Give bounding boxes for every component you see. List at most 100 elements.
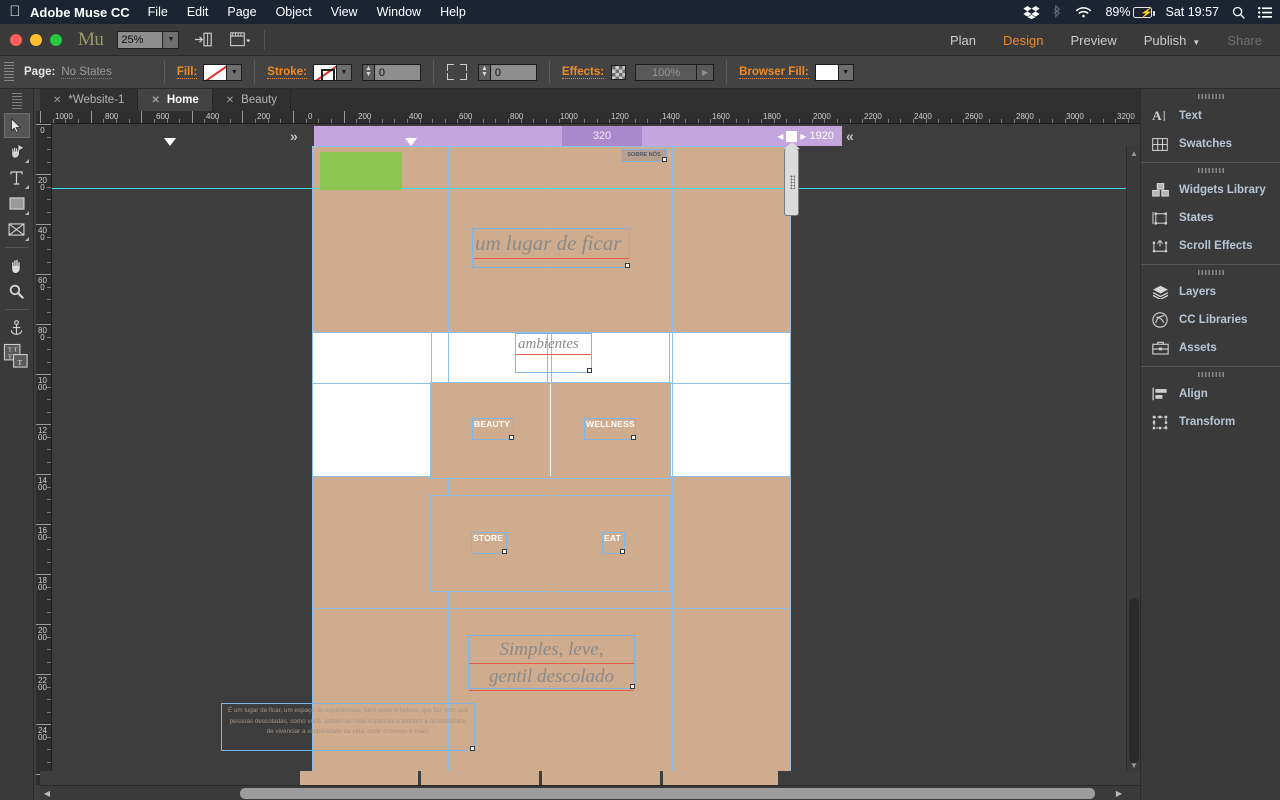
mode-preview[interactable]: Preview <box>1070 33 1116 48</box>
chevron-left-double-icon[interactable]: » <box>290 126 298 146</box>
tool-flyout-indicator[interactable] <box>24 211 29 215</box>
notification-center-icon[interactable] <box>1258 6 1272 18</box>
close-icon[interactable]: ✕ <box>226 95 234 106</box>
battery-status[interactable]: 89% ⚡ <box>1105 5 1155 19</box>
stroke-dropdown-icon[interactable]: ▼ <box>336 63 352 81</box>
mode-share[interactable]: Share <box>1227 33 1262 48</box>
maximize-window-button[interactable] <box>50 33 62 46</box>
panel-group-grip[interactable] <box>1197 168 1224 173</box>
scroll-left-arrow-icon[interactable]: ◀ <box>40 786 54 800</box>
resize-handle[interactable] <box>502 549 507 554</box>
stroke-swatch[interactable] <box>312 63 337 81</box>
breakpoint-marker-right[interactable] <box>405 138 417 146</box>
macos-menu-window[interactable]: Window <box>377 5 421 19</box>
macos-menu-view[interactable]: View <box>331 5 358 19</box>
tile-label-eat[interactable]: EAT <box>602 532 625 554</box>
resize-handle[interactable] <box>509 435 514 440</box>
panel-states[interactable]: States <box>1141 204 1280 232</box>
macos-menu-edit[interactable]: Edit <box>187 5 209 19</box>
fill-dropdown-icon[interactable]: ▼ <box>227 63 243 81</box>
panel-scroll-effects[interactable]: Scroll Effects <box>1141 232 1280 260</box>
panel-cc-libraries[interactable]: CC Libraries <box>1141 306 1280 334</box>
image-placeholder-icon[interactable] <box>4 217 30 242</box>
minimize-window-button[interactable] <box>30 33 42 46</box>
hand-icon[interactable] <box>4 253 30 278</box>
chevron-left-double-icon[interactable]: « <box>846 126 854 146</box>
text-icon[interactable] <box>4 165 30 190</box>
macos-menu-object[interactable]: Object <box>276 5 312 19</box>
canvas-horizontal-scrollbar[interactable]: ◀ ▶ <box>40 785 1140 800</box>
vertical-ruler[interactable]: 0 200 400 600 800 1000 1200 1400 1600 18… <box>36 124 52 785</box>
effects-apply-icon[interactable]: ▶ <box>697 63 715 81</box>
panel-text[interactable]: A Text <box>1141 102 1280 130</box>
panel-assets[interactable]: Assets <box>1141 334 1280 362</box>
effects-swatch-icon[interactable] <box>611 64 627 80</box>
panel-layers[interactable]: Layers <box>1141 278 1280 306</box>
macos-menu-help[interactable]: Help <box>440 5 466 19</box>
tool-flyout-indicator[interactable] <box>24 185 29 189</box>
about-body-textbox[interactable]: É um lugar de ficar, um espaço de experi… <box>221 703 475 751</box>
resize-handle[interactable] <box>625 263 630 268</box>
zoom-level-control[interactable]: ▼ <box>117 30 180 49</box>
panel-swatches[interactable]: Swatches <box>1141 130 1280 158</box>
mode-plan[interactable]: Plan <box>950 33 976 48</box>
breakpoint-320[interactable]: 320 <box>562 126 642 146</box>
scroll-right-arrow-icon[interactable]: ▶ <box>1112 786 1126 800</box>
breakpoint-handle[interactable] <box>786 130 798 142</box>
macos-clock[interactable]: Sat 19:57 <box>1165 5 1219 19</box>
resize-handle[interactable] <box>587 368 592 373</box>
panel-widgets-library[interactable]: Widgets Library <box>1141 176 1280 204</box>
browser-fill-swatch[interactable] <box>814 63 839 81</box>
dropbox-icon[interactable] <box>1023 5 1041 19</box>
fill-stroke-icon[interactable]: T T T T T <box>2 341 32 371</box>
page-scroll-handle[interactable] <box>784 142 800 216</box>
resize-handle[interactable] <box>631 435 636 440</box>
panel-group-grip[interactable] <box>1197 372 1224 377</box>
scroll-down-arrow-icon[interactable]: ▼ <box>1127 758 1141 772</box>
tools-panel-grip[interactable] <box>11 93 22 109</box>
tab-website-1[interactable]: ✕ *Website-1 <box>40 89 139 111</box>
resize-handle[interactable] <box>630 684 635 689</box>
tool-flyout-indicator[interactable] <box>24 237 29 241</box>
corner-radius-icon[interactable] <box>446 62 468 82</box>
apple-logo-icon[interactable]:  <box>0 4 30 21</box>
chevron-down-icon[interactable]: ▼ <box>162 31 179 48</box>
scroll-up-arrow-icon[interactable]: ▲ <box>1127 146 1141 160</box>
macos-menu-page[interactable]: Page <box>227 5 256 19</box>
panel-group-grip[interactable] <box>1197 270 1224 275</box>
panel-transform[interactable]: Transform <box>1141 408 1280 436</box>
logo-placeholder-block[interactable] <box>320 152 402 190</box>
breakpoint-bar[interactable]: » 320 ◀ ▶ 1920 « <box>52 126 1140 146</box>
tool-flyout-indicator[interactable] <box>24 159 29 163</box>
crop-hand-icon[interactable] <box>4 139 30 164</box>
page-states-value[interactable]: No States <box>61 66 112 79</box>
zoom-input[interactable] <box>118 31 163 48</box>
open-in-browser-icon[interactable] <box>193 30 215 50</box>
tab-home[interactable]: ✕ Home <box>138 89 213 111</box>
mode-design[interactable]: Design <box>1003 33 1043 48</box>
close-icon[interactable]: ✕ <box>53 95 61 106</box>
resize-handle[interactable] <box>620 549 625 554</box>
corner-radius-stepper[interactable]: ▲ ▼ <box>477 63 491 81</box>
arrow-left-icon[interactable]: ◀ <box>777 132 783 141</box>
opacity-input[interactable]: 100% <box>635 63 698 81</box>
panel-group-grip[interactable] <box>1197 94 1224 99</box>
layout-mode-icon[interactable] <box>229 30 251 50</box>
corner-radius-input[interactable]: 0 <box>490 63 537 81</box>
browser-fill-dropdown-icon[interactable]: ▼ <box>838 63 854 81</box>
control-bar-grip[interactable] <box>4 62 14 82</box>
horizontal-scroll-thumb[interactable] <box>240 788 1095 799</box>
stroke-weight-stepper[interactable]: ▲ ▼ <box>361 63 375 81</box>
vertical-scroll-thumb[interactable] <box>1129 598 1139 763</box>
wifi-icon[interactable] <box>1075 6 1092 19</box>
selection-tool[interactable] <box>3 113 30 138</box>
magnifier-icon[interactable] <box>4 279 30 304</box>
arrow-right-icon[interactable]: ▶ <box>800 132 806 141</box>
design-canvas[interactable]: SOBRE NÓS um lugar de ficar ambientes BE… <box>52 146 1132 772</box>
nav-link-sobre-nos[interactable]: SOBRE NÓS <box>621 149 667 162</box>
close-icon[interactable]: ✕ <box>151 95 159 106</box>
fill-swatch[interactable] <box>203 63 228 81</box>
canvas-vertical-scrollbar[interactable]: ▲ ▼ <box>1126 146 1140 772</box>
resize-handle[interactable] <box>470 746 475 751</box>
about-heading-textbox[interactable]: Simples, leve, gentil descolado <box>468 635 635 691</box>
